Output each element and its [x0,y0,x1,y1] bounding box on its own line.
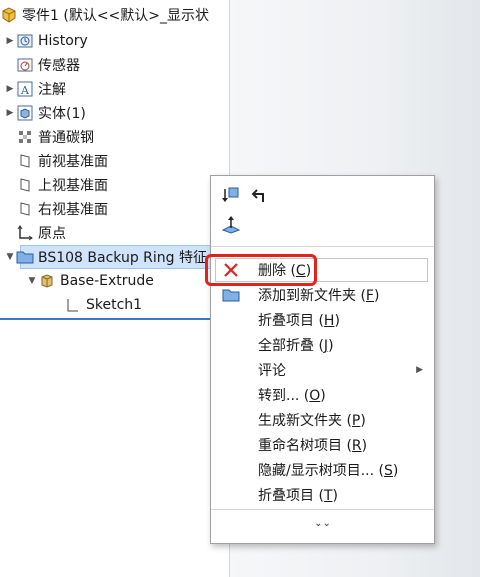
tree-item-label: 传感器 [38,58,80,74]
plane-icon [16,152,34,170]
tree-root[interactable]: 零件1 (默认<<默认>_显示状 [0,4,229,26]
menu-item-label: 折叠项目 (H) [258,313,340,329]
menu-item-label: 重命名树项目 (R) [258,438,368,454]
back-arrow-icon[interactable] [249,186,269,210]
menu-item-label: 折叠项目 (T) [258,488,338,504]
context-toolbar [211,176,434,244]
submenu-arrow-icon: ▶ [416,365,423,375]
expand-arrow-icon[interactable]: ▶ [4,36,16,46]
tree-item-history[interactable]: ▶ History [4,30,88,52]
collapse-arrow-icon[interactable]: ▼ [26,276,38,286]
menu-separator [211,246,434,247]
expand-arrow-icon[interactable]: ▶ [4,108,16,118]
tree-item-material[interactable]: 普通碳钢 [4,126,94,148]
menu-item-label: 生成新文件夹 (P) [258,413,366,429]
annotation-icon: A [16,80,34,98]
sensor-icon [16,56,34,74]
tree-item-label: History [38,33,88,49]
extrude-icon [38,272,56,290]
plane-icon [16,200,34,218]
tree-item-annotations[interactable]: ▶ A 注解 [4,78,66,100]
tree-item-label: 实体(1) [38,106,86,122]
context-menu: 删除 (C) 添加到新文件夹 (F) 折叠项目 (H) 全部折叠 (J) 评论 … [210,175,435,544]
part-icon [0,6,18,24]
menu-item-label: 全部折叠 (J) [258,338,334,354]
feature-tree: 零件1 (默认<<默认>_显示状 ▶ History 传感器 ▶ A 注解 ▶ … [0,0,230,577]
tree-item-origin[interactable]: 原点 [4,222,66,244]
tree-item-label: 前视基准面 [38,154,108,170]
tree-item-sensors[interactable]: 传感器 [4,54,80,76]
menu-item-hide-show-tree-items[interactable]: 隐藏/显示树项目... (S) [212,458,433,482]
menu-item-label: 转到... (O) [258,388,326,404]
plane-icon [16,176,34,194]
expand-menu-icon[interactable]: ⌄⌄ [211,518,434,529]
tree-item-right-plane[interactable]: 右视基准面 [4,198,108,220]
collapse-arrow-icon[interactable]: ▼ [4,252,16,262]
folder-icon [220,284,242,306]
tree-item-label: 原点 [38,226,66,242]
tree-item-base-extrude[interactable]: ▼ Base-Extrude [26,270,154,292]
menu-item-comment[interactable]: 评论 ▶ [212,358,433,382]
menu-item-collapse-all[interactable]: 全部折叠 (J) [212,333,433,357]
menu-item-label: 评论 [258,363,286,379]
folder-icon [16,248,34,266]
menu-item-add-to-new-folder[interactable]: 添加到新文件夹 (F) [212,283,433,307]
expand-arrow-icon[interactable]: ▶ [4,84,16,94]
history-icon [16,32,34,50]
tree-item-solid-bodies[interactable]: ▶ 实体(1) [4,102,86,124]
menu-item-collapse-items-2[interactable]: 折叠项目 (T) [212,483,433,507]
tree-item-label: 上视基准面 [38,178,108,194]
tree-item-label: Base-Extrude [60,273,154,289]
menu-separator [211,509,434,510]
tree-item-sketch1[interactable]: Sketch1 [52,294,142,316]
tree-item-front-plane[interactable]: 前视基准面 [4,150,108,172]
origin-icon [16,224,34,242]
material-icon [16,128,34,146]
menu-item-label: 添加到新文件夹 (F) [258,288,380,304]
tree-item-label: 注解 [38,82,66,98]
normal-to-icon[interactable] [221,214,241,238]
menu-item-create-new-folder[interactable]: 生成新文件夹 (P) [212,408,433,432]
tree-item-label: 普通碳钢 [38,130,94,146]
tree-item-label: BS108 Backup Ring 特征 [38,250,208,266]
tree-root-label: 零件1 (默认<<默认>_显示状 [22,8,210,24]
menu-item-collapse-items[interactable]: 折叠项目 (H) [212,308,433,332]
move-down-icon[interactable] [221,186,241,210]
tree-item-feature-folder[interactable]: ▼ BS108 Backup Ring 特征 [4,246,207,268]
tree-item-top-plane[interactable]: 上视基准面 [4,174,108,196]
highlight-outline [205,254,317,286]
rollback-bar[interactable] [0,318,229,320]
menu-item-label: 隐藏/显示树项目... (S) [258,463,399,479]
tree-item-label: 右视基准面 [38,202,108,218]
svg-text:A: A [20,84,30,97]
solid-body-icon [16,104,34,122]
menu-item-go-to[interactable]: 转到... (O) [212,383,433,407]
sketch-icon [64,296,82,314]
menu-item-rename-tree-item[interactable]: 重命名树项目 (R) [212,433,433,457]
tree-item-label: Sketch1 [86,297,143,313]
